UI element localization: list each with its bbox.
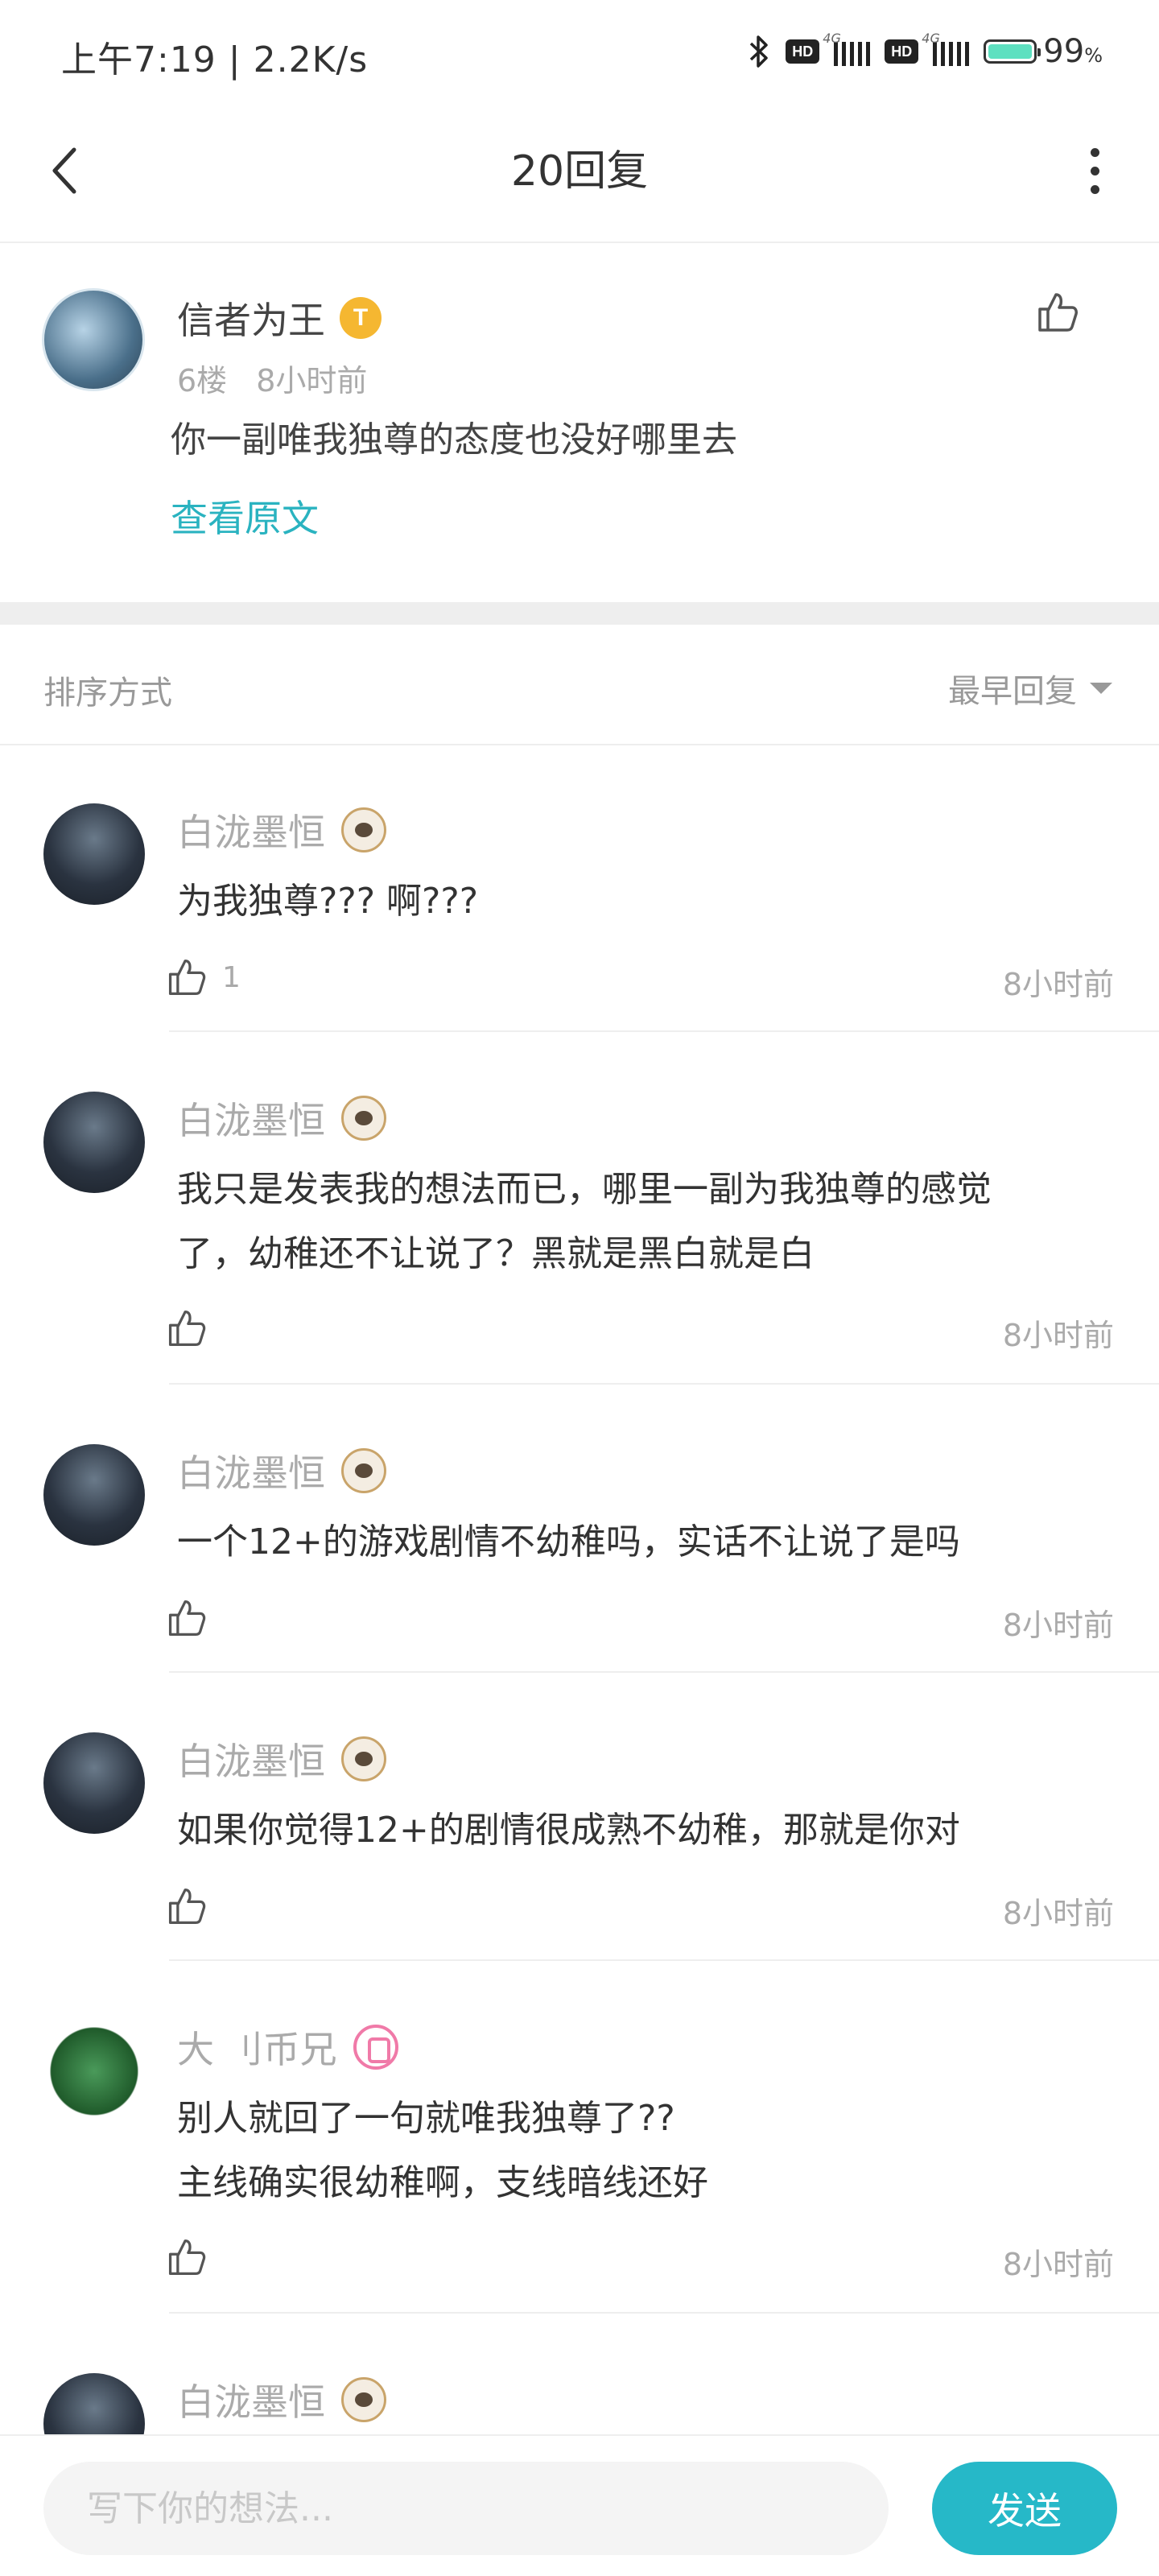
reply-username[interactable]: 白泷墨恒	[177, 1732, 386, 1785]
comment-input-bar: 发送	[0, 2434, 1159, 2576]
divider	[169, 1959, 1159, 1961]
level-badge-icon: T	[340, 297, 382, 339]
emblem-icon	[341, 807, 386, 852]
avatar[interactable]	[43, 1092, 145, 1193]
divider	[169, 1383, 1159, 1385]
divider	[169, 2312, 1159, 2314]
reply-item: 白泷墨恒 为我独尊??? 啊??? 1 8小时前	[0, 803, 1159, 1032]
reply-item: 白泷墨恒 我只是发表我的想法而已，哪里一副为我独尊的感觉 了，幼稚还不让说了？黑…	[0, 1092, 1159, 1385]
reply-time: 8小时前	[1002, 1608, 1114, 1643]
thumbs-up-icon[interactable]	[166, 956, 208, 998]
reply-username[interactable]: 白泷墨恒	[177, 1092, 386, 1145]
sort-label: 排序方式	[43, 675, 172, 712]
divider	[169, 1671, 1159, 1673]
bluetooth-icon	[750, 35, 769, 68]
reply-footer: 8小时前	[161, 1307, 1114, 1356]
thumbs-up-icon[interactable]	[166, 1597, 208, 1639]
reply-text: 别人就回了一句就唯我独尊了?? 主线确实很幼稚啊，支线暗线还好	[177, 2098, 708, 2203]
reply-time: 8小时前	[1002, 967, 1114, 1002]
emblem-icon	[353, 2025, 398, 2070]
avatar[interactable]	[42, 288, 145, 391]
avatar[interactable]	[43, 803, 145, 905]
emblem-icon	[341, 1448, 386, 1493]
reply-text: 如果你觉得12+的剧情很成熟不幼稚，那就是你对	[177, 1810, 960, 1851]
thumbs-up-icon[interactable]	[166, 1885, 208, 1927]
signal-icon: 4G	[922, 31, 970, 66]
original-username[interactable]: 信者为王 T	[177, 291, 382, 345]
view-original-link[interactable]: 查看原文	[171, 489, 319, 543]
signal-icon: 4G	[823, 31, 871, 66]
battery-fill	[988, 44, 1032, 59]
thumbs-up-icon[interactable]	[1035, 290, 1080, 335]
hd-badge: HD	[885, 39, 919, 64]
reply-item: 白泷墨恒 一个12+的游戏剧情不幼稚吗，实话不让说了是吗 8小时前	[0, 1444, 1159, 1673]
status-time: 上午7:19 | 2.2K/s	[61, 39, 369, 80]
battery-percent: 99%	[1043, 33, 1103, 70]
avatar[interactable]	[43, 1444, 145, 1546]
reply-footer: 8小时前	[161, 1597, 1114, 1645]
avatar[interactable]	[43, 2373, 145, 2434]
page-title: 20回复	[510, 147, 649, 196]
thumbs-up-icon[interactable]	[166, 2236, 208, 2278]
reply-footer: 8小时前	[161, 2236, 1114, 2285]
emblem-icon	[341, 2377, 386, 2422]
more-vertical-icon	[1090, 147, 1099, 157]
reply-text: 我只是发表我的想法而已，哪里一副为我独尊的感觉 了，幼稚还不让说了？黑就是黑白就…	[177, 1169, 992, 1274]
emblem-icon	[341, 1096, 386, 1141]
original-comment: 信者为王 T 6楼 8小时前 你一副唯我独尊的态度也没好哪里去 查看原文	[0, 243, 1159, 602]
divider	[169, 1030, 1159, 1032]
original-text: 你一副唯我独尊的态度也没好哪里去	[171, 419, 737, 460]
reply-time: 8小时前	[1002, 1896, 1114, 1931]
reply-text: 为我独尊??? 啊???	[177, 881, 479, 922]
battery-icon: 99%	[984, 33, 1103, 70]
caret-down-icon	[1090, 683, 1112, 694]
reply-footer: 1 8小时前	[161, 956, 1114, 1005]
sort-dropdown[interactable]: 最早回复	[948, 665, 1112, 712]
header: 20回复	[0, 105, 1159, 243]
like-count: 1	[222, 961, 241, 994]
emblem-icon	[341, 1736, 386, 1781]
thumbs-up-icon[interactable]	[166, 1307, 208, 1349]
original-meta: 6楼 8小时前	[177, 356, 367, 400]
more-button[interactable]	[1070, 138, 1119, 203]
send-button[interactable]: 发送	[932, 2462, 1117, 2555]
comment-input[interactable]	[43, 2462, 889, 2555]
reply-item: 白泷墨恒 如果你觉得12+的剧情很成熟不幼稚，那就是你对 8小时前	[0, 1732, 1159, 1961]
reply-item: 白泷墨恒	[0, 2373, 1159, 2434]
reply-text: 一个12+的游戏剧情不幼稚吗，实话不让说了是吗	[177, 1521, 960, 1563]
avatar[interactable]	[43, 2021, 145, 2122]
status-icons: HD 4G HD 4G 99%	[747, 29, 1103, 74]
hd-badge: HD	[786, 39, 820, 64]
reply-username[interactable]: 白泷墨恒	[177, 2373, 386, 2426]
avatar[interactable]	[43, 1732, 145, 1834]
reply-username[interactable]: 大 刂币兄	[177, 2021, 398, 2074]
reply-item: 大 刂币兄 别人就回了一句就唯我独尊了?? 主线确实很幼稚啊，支线暗线还好 8小…	[0, 2021, 1159, 2314]
floor-label: 6楼	[177, 363, 228, 398]
reply-username[interactable]: 白泷墨恒	[177, 1444, 386, 1497]
status-bar: 上午7:19 | 2.2K/s HD 4G HD 4G 99%	[0, 0, 1159, 105]
reply-time: 8小时前	[1002, 1318, 1114, 1353]
reply-username[interactable]: 白泷墨恒	[177, 803, 386, 857]
section-divider	[0, 602, 1159, 625]
comment-time: 8小时前	[256, 363, 368, 398]
reply-time: 8小时前	[1002, 2247, 1114, 2282]
sort-bar: 排序方式 最早回复	[0, 625, 1159, 745]
reply-footer: 8小时前	[161, 1885, 1114, 1934]
